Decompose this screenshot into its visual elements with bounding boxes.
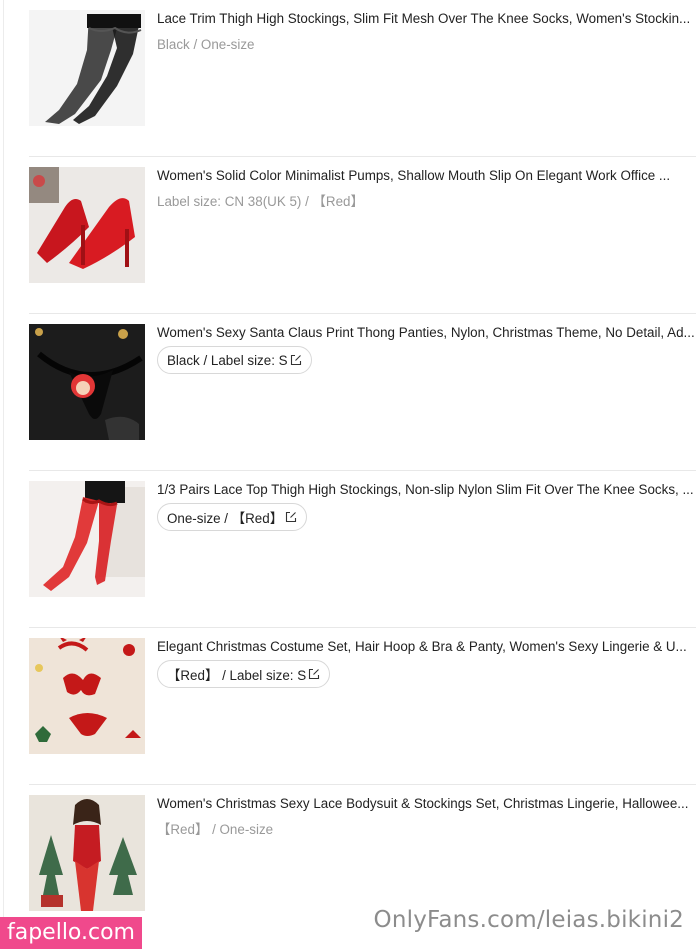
product-title[interactable]: Women's Sexy Santa Claus Print Thong Pan… — [157, 324, 696, 342]
list-item[interactable]: Elegant Christmas Costume Set, Hair Hoop… — [29, 628, 696, 785]
product-thumbnail[interactable] — [29, 795, 145, 911]
red-stockings-photo-icon — [29, 481, 145, 597]
variant-label: One-size / 【Red】 — [167, 511, 284, 526]
watermark-text: OnlyFans.com/leias.bikini2 — [373, 907, 684, 933]
list-item[interactable]: Women's Sexy Santa Claus Print Thong Pan… — [29, 314, 696, 471]
variant-selector[interactable]: One-size / 【Red】 — [157, 503, 308, 531]
variant-label: Black / One-size — [157, 37, 255, 52]
variant-label: 【Red】 / One-size — [157, 822, 274, 837]
christmas-lingerie-photo-icon — [29, 638, 145, 754]
product-thumbnail[interactable] — [29, 167, 145, 283]
product-thumbnail[interactable] — [29, 638, 145, 754]
variant-selector[interactable]: 【Red】 / Label size: S — [157, 660, 331, 688]
variant-label: Black / Label size: S — [167, 352, 288, 368]
santa-thong-photo-icon — [29, 324, 145, 440]
product-title[interactable]: Elegant Christmas Costume Set, Hair Hoop… — [157, 638, 696, 656]
edit-icon — [308, 668, 320, 680]
variant-label: 【Red】 / Label size: S — [167, 668, 307, 683]
list-item[interactable]: Women's Solid Color Minimalist Pumps, Sh… — [29, 157, 696, 314]
red-pumps-photo-icon — [29, 167, 145, 283]
variant-label: Label size: CN 38(UK 5) / 【Red】 — [157, 194, 364, 209]
edit-icon — [290, 354, 302, 366]
list-item[interactable]: Lace Trim Thigh High Stockings, Slim Fit… — [29, 0, 696, 157]
watermark-badge: fapello.com — [0, 917, 142, 949]
left-border — [3, 0, 4, 949]
edit-icon — [285, 511, 297, 523]
product-title[interactable]: Women's Christmas Sexy Lace Bodysuit & S… — [157, 795, 696, 813]
product-thumbnail[interactable] — [29, 481, 145, 597]
black-stockings-photo-icon — [29, 10, 145, 126]
product-title[interactable]: Women's Solid Color Minimalist Pumps, Sh… — [157, 167, 696, 185]
product-thumbnail[interactable] — [29, 324, 145, 440]
list-item[interactable]: 1/3 Pairs Lace Top Thigh High Stockings,… — [29, 471, 696, 628]
product-title[interactable]: Lace Trim Thigh High Stockings, Slim Fit… — [157, 10, 696, 28]
variant-selector[interactable]: Black / Label size: S — [157, 346, 312, 374]
lace-bodysuit-photo-icon — [29, 795, 145, 911]
product-title[interactable]: 1/3 Pairs Lace Top Thigh High Stockings,… — [157, 481, 696, 499]
product-thumbnail[interactable] — [29, 10, 145, 126]
